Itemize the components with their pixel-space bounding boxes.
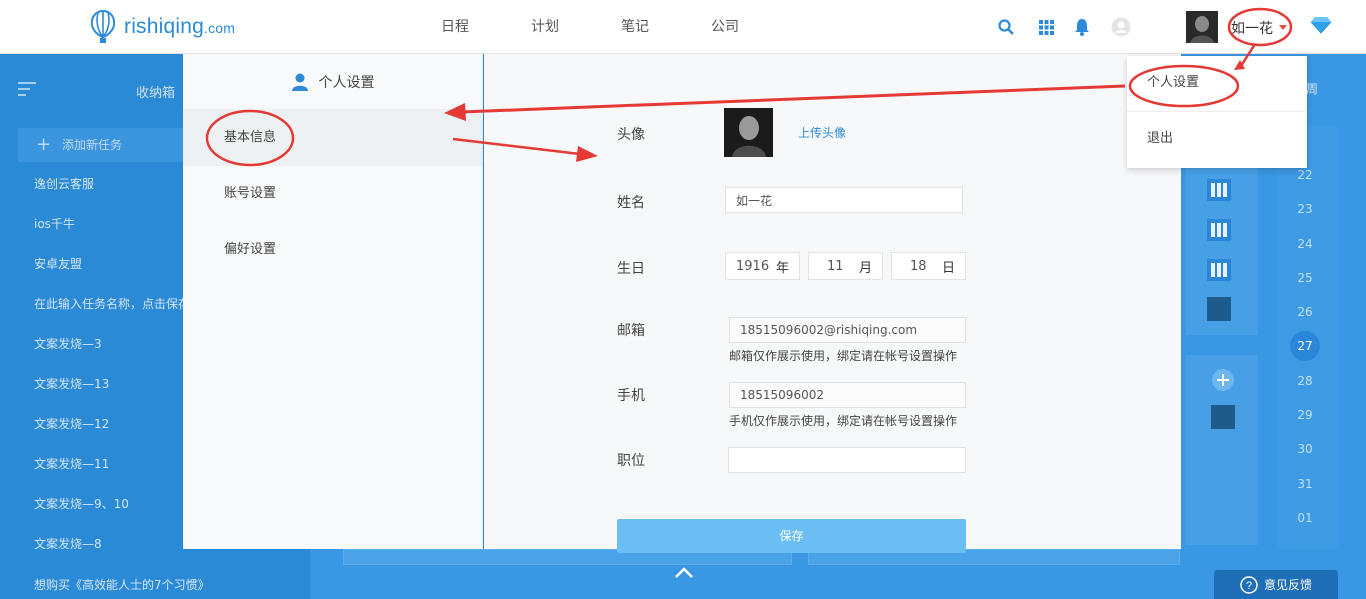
logo[interactable]: rishiqing.com [90,10,235,44]
email-value: 18515096002@rishiqing.com [740,323,918,337]
person-icon [291,73,308,91]
feedback-label: 意见反馈 [1263,578,1312,592]
email-field: 18515096002@rishiqing.com [729,317,966,343]
task-item[interactable]: 逸创云客服 [0,164,200,204]
nav-notes[interactable]: 笔记 [590,0,680,54]
dropdown-personal-settings[interactable]: 个人设置 [1127,56,1307,112]
task-list: 逸创云客服 ios千牛 安卓友盟 在此输入任务名称，点击保存 文案发烧—3 文案… [0,164,200,564]
date-item[interactable]: 28 [1290,374,1320,388]
name-value: 如一花 [736,193,773,208]
nav-plan[interactable]: 计划 [500,0,590,54]
user-avatar[interactable] [1186,11,1218,43]
task-item[interactable]: 文案发烧—3 [0,324,200,364]
phone-label: 手机 [617,388,645,404]
birth-month: 11 [827,258,844,274]
name-field[interactable]: 如一花 [725,187,963,213]
email-label: 邮箱 [617,323,645,339]
avatar-thumbnail [1207,297,1231,321]
top-bar: rishiqing.com 日程 计划 笔记 公司 如一花 [0,0,1366,54]
task-item[interactable]: 文案发烧—12 [0,404,200,444]
inbox-header: 收纳箱 [0,54,183,124]
kanban-icon[interactable] [1207,219,1231,241]
bell-icon[interactable] [1072,17,1092,37]
date-item[interactable]: 23 [1290,202,1320,216]
email-hint: 邮箱仅作展示使用，绑定请在帐号设置操作 [729,349,958,363]
balloon-logo-icon [90,10,116,43]
brand-name: rishiqing [124,15,205,38]
date-item[interactable]: 26 [1290,305,1320,319]
birth-month-field[interactable]: 11 月 [808,252,883,280]
date-item[interactable]: 29 [1290,408,1320,422]
settings-sidebar: 个人设置 基本信息 账号设置 偏好设置 [183,54,483,549]
nav-schedule[interactable]: 日程 [410,0,500,54]
grid-icon[interactable] [1036,17,1056,37]
date-item[interactable]: 31 [1290,477,1320,491]
upload-avatar-link[interactable]: 上传头像 [798,124,846,141]
logo-text: rishiqing.com [124,15,235,39]
avatar-thumbnail [1211,405,1235,429]
date-item[interactable]: 22 [1290,168,1320,182]
phone-field: 18515096002 [729,382,966,408]
svg-text:?: ? [1246,580,1252,592]
date-item-active[interactable]: 27 [1290,331,1320,361]
date-item[interactable]: 01 [1290,511,1320,525]
birthday-label: 生日 [617,261,645,277]
feedback-button[interactable]: ? 意见反馈 [1214,570,1338,599]
search-icon[interactable] [996,17,1016,37]
brand-suffix: .com [204,20,236,36]
nav-company[interactable]: 公司 [680,0,770,54]
dropdown-logout[interactable]: 退出 [1127,112,1307,168]
day-unit: 日 [941,260,955,276]
main-nav: 日程 计划 笔记 公司 [410,0,770,54]
settings-header: 个人设置 [183,54,482,110]
caret-down-icon[interactable] [1279,25,1287,30]
task-item[interactable]: 安卓友盟 [0,244,200,284]
plus-icon: + [36,134,52,155]
add-circle-icon[interactable] [1211,368,1235,392]
name-label: 姓名 [617,195,645,211]
week-label[interactable]: 周 [1306,80,1318,97]
kanban-icon[interactable] [1207,179,1231,201]
menu-account-settings[interactable]: 账号设置 [183,166,482,222]
birth-day-field[interactable]: 18 日 [891,252,966,280]
user-circle-icon[interactable] [1111,17,1131,37]
birth-year: 1916 [736,258,770,274]
date-item[interactable]: 24 [1290,237,1320,251]
user-dropdown-menu: 个人设置 退出 [1127,56,1307,168]
position-field[interactable] [728,447,966,473]
add-task-button[interactable]: + 添加新任务 [18,128,188,162]
task-item[interactable]: 文案发烧—9、10 [0,484,200,524]
task-item[interactable]: 文案发烧—13 [0,364,200,404]
phone-value: 18515096002 [740,388,824,402]
phone-hint: 手机仅作展示使用，绑定请在帐号设置操作 [729,414,958,428]
date-item[interactable]: 25 [1290,271,1320,285]
chevron-up-icon[interactable] [674,567,694,579]
diamond-icon[interactable] [1310,16,1332,38]
bottom-task[interactable]: 想购买《高效能人士的7个习惯》 [0,549,310,599]
avatar-label: 头像 [617,127,645,143]
settings-title: 个人设置 [318,74,375,91]
help-circle-icon: ? [1240,575,1258,594]
task-item[interactable]: 在此输入任务名称，点击保存 [0,284,200,324]
birth-year-field[interactable]: 1916 年 [725,252,800,280]
kanban-icon[interactable] [1207,259,1231,281]
task-item[interactable]: ios千牛 [0,204,200,244]
inbox-title: 收纳箱 [136,86,176,101]
profile-avatar [724,108,773,157]
menu-icon [18,82,36,96]
month-unit: 月 [858,260,872,276]
position-label: 职位 [617,453,645,469]
date-item[interactable]: 30 [1290,442,1320,456]
year-unit: 年 [775,260,789,276]
menu-preferences[interactable]: 偏好设置 [183,222,482,278]
task-item[interactable]: 文案发烧—11 [0,444,200,484]
user-name[interactable]: 如一花 [1231,18,1273,38]
add-task-label: 添加新任务 [62,138,123,152]
menu-basic-info[interactable]: 基本信息 [183,110,482,166]
birth-day: 18 [910,258,927,274]
save-button[interactable]: 保存 [617,519,966,553]
